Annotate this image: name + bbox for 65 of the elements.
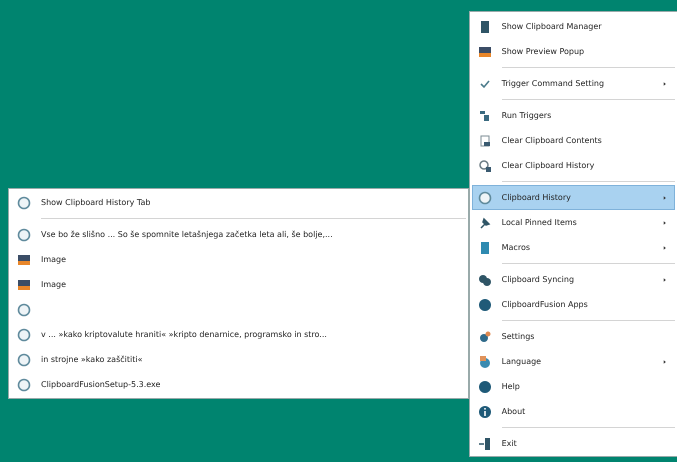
menu-item[interactable]: ClipboardFusion Apps — [472, 292, 675, 317]
menu-label: ClipboardFusion Apps — [502, 300, 589, 309]
menu-label: Trigger Command Setting — [502, 79, 606, 88]
menu-label: Clipboard History — [502, 193, 572, 202]
settings-icon — [478, 330, 492, 344]
item-label: Show Clipboard History Tab — [41, 198, 152, 207]
menu-item[interactable]: Clear Clipboard History — [472, 153, 675, 178]
menu-item[interactable]: Run Triggers — [472, 103, 675, 128]
menu-label: Exit — [502, 439, 518, 448]
menu-item[interactable]: Clipboard Syncing — [472, 267, 675, 292]
menu-label: Show Preview Popup — [502, 47, 586, 56]
circle-icon — [17, 228, 31, 242]
menu-label: About — [502, 407, 526, 416]
menu-item[interactable]: Clear Clipboard Contents — [472, 128, 675, 153]
menu-label: Clear Clipboard History — [502, 161, 596, 170]
circle-icon — [17, 302, 31, 316]
item-label: ClipboardFusionSetup-5.3.exe — [41, 380, 162, 389]
item-label: in strojne »kako zaščititi« — [41, 355, 144, 364]
menu-label: Language — [502, 357, 542, 366]
menu-item[interactable]: Language — [472, 349, 675, 374]
menu-item[interactable]: Show Clipboard Manager — [472, 14, 675, 39]
menu-item[interactable]: Show Preview Popup — [472, 39, 675, 64]
item-label: Image — [41, 255, 68, 264]
menu-item[interactable]: Clipboard History — [472, 185, 675, 210]
menu-item[interactable]: Help — [472, 374, 675, 399]
history-item[interactable]: ClipboardFusionSetup-5.3.exe — [11, 372, 466, 397]
exit-icon — [478, 436, 492, 450]
history-item[interactable]: Show Clipboard History Tab — [11, 190, 466, 215]
menu-label: Show Clipboard Manager — [502, 22, 603, 31]
menu-item[interactable]: About — [472, 399, 675, 424]
search-icon — [478, 158, 492, 172]
menu-item[interactable]: Exit — [472, 431, 675, 456]
history-item[interactable]: Image — [11, 247, 466, 272]
item-label: Image — [41, 280, 68, 289]
run-icon — [478, 108, 492, 122]
pin-icon — [478, 216, 492, 230]
menu-label: Clear Clipboard Contents — [502, 136, 603, 145]
menu-label: Run Triggers — [502, 111, 552, 120]
info-icon — [478, 404, 492, 418]
circle-icon — [17, 352, 31, 366]
item-label: Vse bo že slišno ... So še spomnite letašnjega začetka leta ali, še bolje,... — [41, 230, 334, 239]
language-icon — [478, 354, 492, 368]
menu-label: Local Pinned Items — [502, 218, 578, 227]
menu-label: Clipboard Syncing — [502, 275, 576, 284]
history-item[interactable]: v ... »kako kriptovalute hraniti« »kripto denarnice, programsko in stro... — [11, 322, 466, 347]
circle-icon — [17, 328, 31, 342]
menu-item[interactable]: Local Pinned Items — [472, 210, 675, 235]
history-item[interactable]: Vse bo že slišno ... So še spomnite letašnjega začetka leta ali, še bolje,... — [11, 222, 466, 247]
circle-icon — [17, 196, 31, 210]
history-item[interactable]: Image — [11, 272, 466, 297]
menu-item[interactable]: Settings — [472, 324, 675, 349]
sync-icon — [478, 272, 492, 286]
clear-icon — [478, 134, 492, 148]
menu-item[interactable]: Macros — [472, 235, 675, 260]
menu-label: Help — [502, 382, 521, 391]
history-item[interactable]: in strojne »kako zaščititi« — [11, 347, 466, 372]
item-label: v ... »kako kriptovalute hraniti« »kripto denarnice, programsko in stro... — [41, 330, 328, 339]
circle-icon — [478, 190, 492, 204]
menu-label: Settings — [502, 332, 536, 341]
image-icon — [17, 278, 31, 292]
menu-item[interactable]: Trigger Command Setting — [472, 71, 675, 96]
circle-icon — [17, 378, 31, 392]
menu-label: Macros — [502, 243, 532, 252]
image-icon — [478, 44, 492, 58]
image-icon — [17, 252, 31, 266]
